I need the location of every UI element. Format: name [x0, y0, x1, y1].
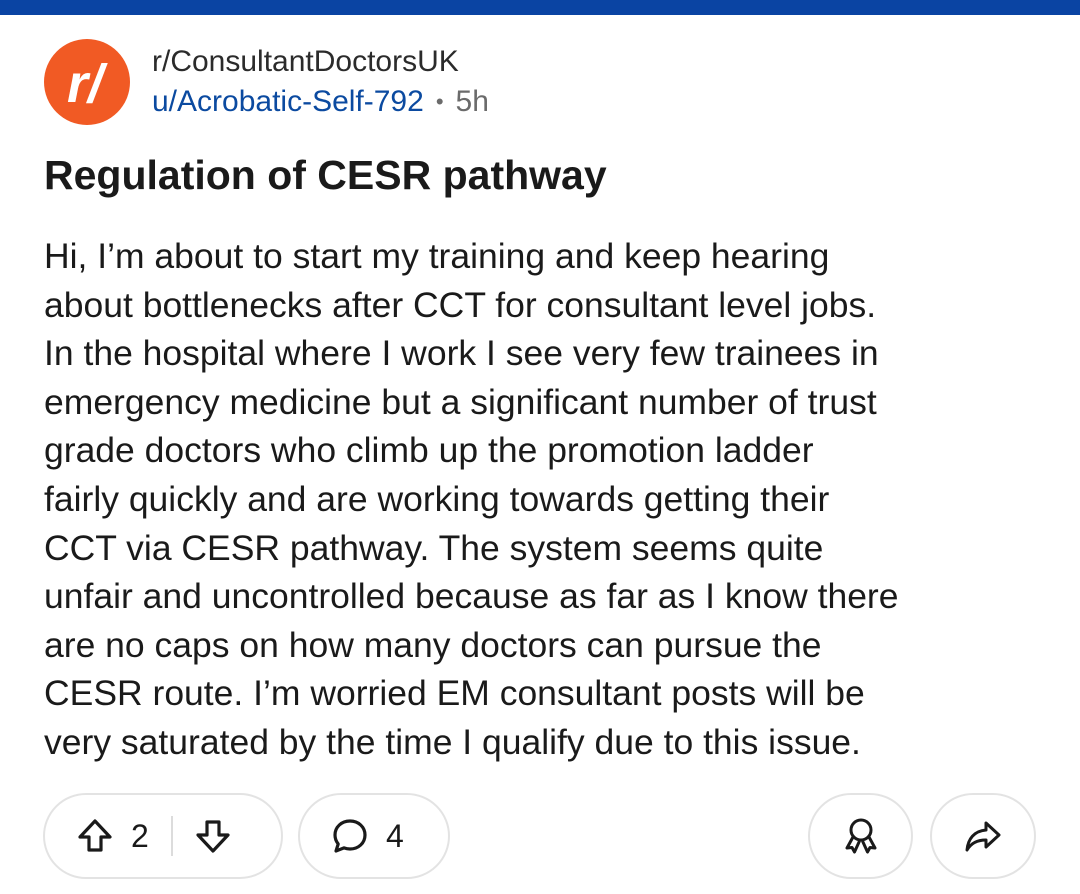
- subreddit-avatar[interactable]: r/: [44, 39, 130, 125]
- author-line: u/Acrobatic-Self-792 • 5h: [152, 82, 489, 122]
- post-body-line: CESR route. I’m worried EM consultant po…: [44, 673, 865, 714]
- post-body-line: about bottlenecks after CCT for consulta…: [44, 284, 877, 325]
- post-header: r/ r/ConsultantDoctorsUK u/Acrobatic-Sel…: [44, 37, 489, 127]
- post-timestamp: 5h: [455, 85, 489, 118]
- post-body-line: grade doctors who climb up the promotion…: [44, 430, 814, 471]
- vote-divider: [170, 816, 173, 856]
- post-title[interactable]: Regulation of CESR pathway: [44, 149, 1044, 201]
- meta-separator: •: [435, 89, 444, 114]
- post-body-line: fairly quickly and are working towards g…: [44, 478, 830, 519]
- top-accent-bar: [0, 0, 1080, 15]
- post-body-line: are no caps on how many doctors can purs…: [44, 624, 822, 665]
- award-ribbon-icon: [840, 815, 882, 857]
- reddit-slash-logo-icon: r/: [67, 54, 108, 114]
- post-action-bar: 2 4: [0, 793, 1080, 881]
- upvote-arrow-icon[interactable]: [75, 816, 115, 856]
- award-button[interactable]: [808, 793, 913, 879]
- post-body: Hi, I’m about to start my training and k…: [44, 232, 1044, 767]
- comment-count: 4: [386, 817, 404, 854]
- author-username[interactable]: u/Acrobatic-Self-792: [152, 82, 424, 122]
- post-card: r/ r/ConsultantDoctorsUK u/Acrobatic-Sel…: [0, 15, 1080, 894]
- comments-button[interactable]: 4: [298, 793, 450, 879]
- share-arrow-icon: [962, 815, 1004, 857]
- post-meta: r/ConsultantDoctorsUK u/Acrobatic-Self-7…: [152, 42, 489, 122]
- downvote-arrow-icon[interactable]: [193, 816, 233, 856]
- share-button[interactable]: [930, 793, 1036, 879]
- vote-control: 2: [43, 793, 283, 879]
- post-body-line: In the hospital where I work I see very …: [44, 333, 879, 374]
- post-body-line: emergency medicine but a significant num…: [44, 381, 877, 422]
- post-body-line: Hi, I’m about to start my training and k…: [44, 236, 830, 276]
- post-body-line: very saturated by the time I qualify due…: [44, 721, 861, 762]
- post-body-line: CCT via CESR pathway. The system seems q…: [44, 527, 824, 568]
- post-body-line: unfair and uncontrolled because as far a…: [44, 576, 899, 617]
- subreddit-name[interactable]: r/ConsultantDoctorsUK: [152, 42, 489, 82]
- svg-text:r/: r/: [67, 54, 108, 114]
- speech-bubble-icon: [330, 816, 370, 856]
- vote-score: 2: [131, 817, 149, 854]
